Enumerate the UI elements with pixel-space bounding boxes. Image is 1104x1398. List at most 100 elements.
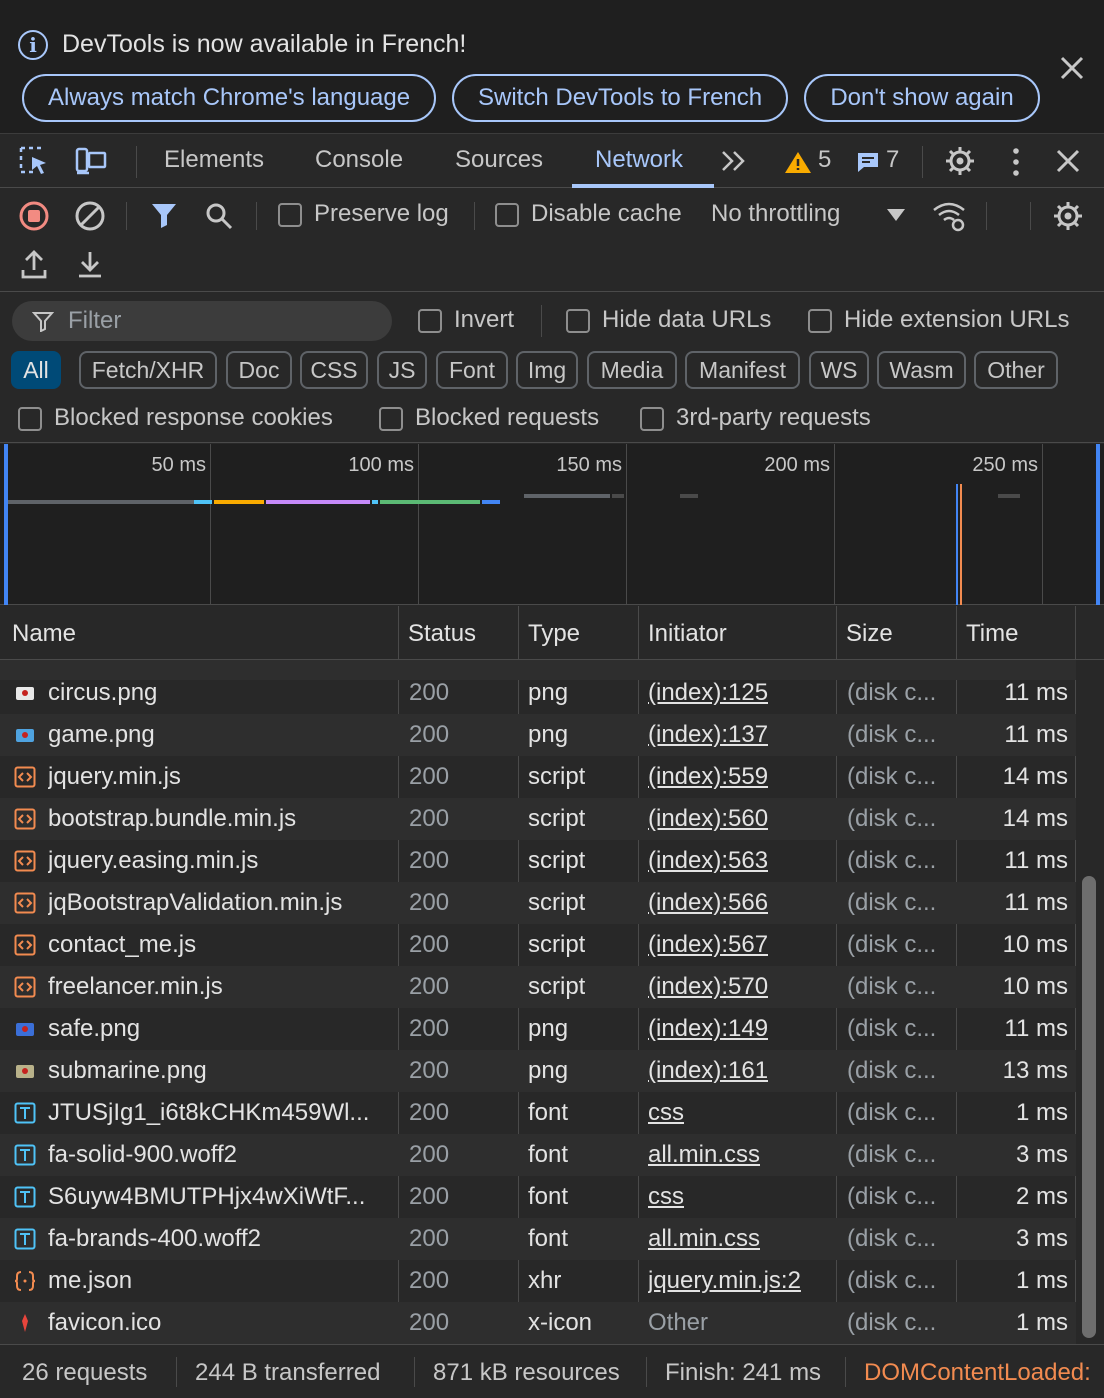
messages-icon[interactable] bbox=[856, 150, 880, 174]
type-chip-fetch-xhr[interactable]: Fetch/XHR bbox=[79, 351, 217, 389]
table-row[interactable]: bootstrap.bundle.min.js 200 script (index):… bbox=[0, 798, 1076, 840]
hide-data-urls-checkbox[interactable] bbox=[566, 309, 590, 333]
type-chip-doc[interactable]: Doc bbox=[226, 351, 292, 389]
import-har-icon[interactable] bbox=[20, 250, 48, 280]
request-initiator[interactable]: (index):563 bbox=[648, 847, 768, 875]
request-initiator[interactable]: (index):137 bbox=[648, 721, 768, 749]
request-time: 11 ms bbox=[1004, 847, 1068, 874]
table-row[interactable]: circus.png 200 png (index):125 (disk c... 11 … bbox=[0, 672, 1076, 714]
type-chip-ws[interactable]: WS bbox=[809, 351, 869, 389]
close-icon[interactable] bbox=[1056, 52, 1088, 84]
request-initiator[interactable]: (index):559 bbox=[648, 763, 768, 791]
request-initiator[interactable]: all.min.css bbox=[648, 1225, 760, 1253]
warnings-count[interactable]: 5 bbox=[818, 146, 831, 174]
request-initiator[interactable]: css bbox=[648, 1183, 684, 1211]
table-row[interactable]: game.png 200 png (index):137 (disk c... 11 ms bbox=[0, 714, 1076, 756]
element-picker-icon[interactable] bbox=[18, 145, 52, 177]
table-row[interactable]: JTUSjIg1_i6t8kCHKm459Wl... 200 font css (dis… bbox=[0, 1092, 1076, 1134]
filter-input[interactable]: Filter bbox=[12, 301, 392, 341]
blocked-response-cookies-label[interactable]: Blocked response cookies bbox=[54, 404, 333, 432]
search-icon[interactable] bbox=[204, 201, 234, 231]
record-stop-icon[interactable] bbox=[18, 200, 50, 232]
table-row[interactable]: submarine.png 200 png (index):161 (disk c...… bbox=[0, 1050, 1076, 1092]
table-row[interactable]: jqBootstrapValidation.min.js 200 script (in… bbox=[0, 882, 1076, 924]
always-match-language-button[interactable]: Always match Chrome's language bbox=[22, 74, 436, 122]
column-header-time[interactable]: Time bbox=[966, 620, 1018, 648]
type-chip-js[interactable]: JS bbox=[377, 351, 427, 389]
request-initiator[interactable]: (index):570 bbox=[648, 973, 768, 1001]
request-initiator[interactable]: (index):125 bbox=[648, 679, 768, 707]
dont-show-again-button[interactable]: Don't show again bbox=[804, 74, 1040, 122]
request-initiator[interactable]: (index):161 bbox=[648, 1057, 768, 1085]
type-chip-all[interactable]: All bbox=[11, 351, 61, 389]
throttling-select[interactable]: No throttling bbox=[711, 200, 840, 228]
close-devtools-icon[interactable] bbox=[1054, 147, 1082, 175]
hide-data-urls-label[interactable]: Hide data URLs bbox=[602, 306, 771, 334]
device-toolbar-icon[interactable] bbox=[74, 145, 108, 177]
tab-sources[interactable]: Sources bbox=[455, 146, 543, 174]
request-initiator[interactable]: (index):566 bbox=[648, 889, 768, 917]
invert-checkbox[interactable] bbox=[418, 309, 442, 333]
settings-gear-icon[interactable] bbox=[944, 145, 976, 177]
hide-extension-urls-checkbox[interactable] bbox=[808, 309, 832, 333]
column-header-initiator[interactable]: Initiator bbox=[648, 620, 727, 648]
invert-label[interactable]: Invert bbox=[454, 306, 514, 334]
network-conditions-icon[interactable] bbox=[932, 200, 968, 232]
type-chip-wasm[interactable]: Wasm bbox=[877, 351, 966, 389]
blocked-requests-checkbox[interactable] bbox=[379, 407, 403, 431]
table-scrollbar-thumb[interactable] bbox=[1082, 876, 1096, 1338]
request-initiator[interactable]: (index):149 bbox=[648, 1015, 768, 1043]
disable-cache-checkbox[interactable] bbox=[495, 203, 519, 227]
tab-network[interactable]: Network bbox=[595, 146, 683, 174]
clear-icon[interactable] bbox=[74, 200, 106, 232]
request-initiator[interactable]: (index):560 bbox=[648, 805, 768, 833]
table-row[interactable]: fa-brands-400.woff2 200 font all.min.css (di… bbox=[0, 1218, 1076, 1260]
table-row[interactable]: me.json 200 xhr jquery.min.js:2 (disk c... 1 … bbox=[0, 1260, 1076, 1302]
type-chip-manifest[interactable]: Manifest bbox=[685, 351, 800, 389]
network-overview[interactable]: 50 ms 100 ms 150 ms 200 ms 250 ms bbox=[0, 444, 1104, 605]
table-row[interactable]: fa-solid-900.woff2 200 font all.min.css (dis… bbox=[0, 1134, 1076, 1176]
more-options-icon[interactable] bbox=[1006, 146, 1026, 178]
request-initiator[interactable]: css bbox=[648, 1099, 684, 1127]
column-header-status[interactable]: Status bbox=[408, 620, 476, 648]
column-header-type[interactable]: Type bbox=[528, 620, 580, 648]
request-initiator[interactable]: (index):567 bbox=[648, 931, 768, 959]
request-initiator[interactable]: all.min.css bbox=[648, 1141, 760, 1169]
request-initiator[interactable]: jquery.min.js:2 bbox=[648, 1267, 801, 1295]
preserve-log-checkbox[interactable] bbox=[278, 203, 302, 227]
column-header-size[interactable]: Size bbox=[846, 620, 893, 648]
type-chip-other[interactable]: Other bbox=[974, 351, 1058, 389]
type-chip-img[interactable]: Img bbox=[516, 351, 578, 389]
table-row[interactable]: S6uyw4BMUTPHjx4wXiWtF... 200 font css (disk … bbox=[0, 1176, 1076, 1218]
disable-cache-label[interactable]: Disable cache bbox=[531, 200, 682, 228]
switch-to-french-button[interactable]: Switch DevTools to French bbox=[452, 74, 788, 122]
column-header-name[interactable]: Name bbox=[12, 620, 76, 648]
blocked-requests-label[interactable]: Blocked requests bbox=[415, 404, 599, 432]
network-settings-gear-icon[interactable] bbox=[1052, 200, 1084, 232]
overview-right-handle[interactable] bbox=[1096, 444, 1100, 605]
type-chip-media[interactable]: Media bbox=[587, 351, 677, 389]
warning-icon[interactable] bbox=[784, 150, 812, 174]
hide-extension-urls-label[interactable]: Hide extension URLs bbox=[844, 306, 1069, 334]
table-row[interactable]: safe.png 200 png (index):149 (disk c... 11 ms bbox=[0, 1008, 1076, 1050]
more-tabs-icon[interactable] bbox=[720, 148, 748, 174]
overview-left-handle[interactable] bbox=[4, 444, 8, 605]
table-row[interactable]: jquery.easing.min.js 200 script (index):563… bbox=[0, 840, 1076, 882]
table-row[interactable]: contact_me.js 200 script (index):567 (disk c… bbox=[0, 924, 1076, 966]
table-row[interactable]: freelancer.min.js 200 script (index):570 (di… bbox=[0, 966, 1076, 1008]
third-party-requests-checkbox[interactable] bbox=[640, 407, 664, 431]
filter-icon[interactable] bbox=[150, 201, 178, 229]
type-chip-font[interactable]: Font bbox=[436, 351, 508, 389]
chevron-down-icon[interactable] bbox=[886, 208, 906, 222]
third-party-requests-label[interactable]: 3rd-party requests bbox=[676, 404, 871, 432]
requests-table-body[interactable]: circus.png 200 png (index):125 (disk c... 11 … bbox=[0, 660, 1076, 1344]
type-chip-css[interactable]: CSS bbox=[300, 351, 368, 389]
tab-console[interactable]: Console bbox=[315, 146, 403, 174]
table-row[interactable]: favicon.ico 200 x-icon Other (disk c... 1 ms bbox=[0, 1302, 1076, 1344]
messages-count[interactable]: 7 bbox=[886, 146, 899, 174]
preserve-log-label[interactable]: Preserve log bbox=[314, 200, 449, 228]
export-har-icon[interactable] bbox=[76, 250, 104, 280]
blocked-response-cookies-checkbox[interactable] bbox=[18, 407, 42, 431]
tab-elements[interactable]: Elements bbox=[164, 146, 264, 174]
table-row[interactable]: jquery.min.js 200 script (index):559 (disk c… bbox=[0, 756, 1076, 798]
